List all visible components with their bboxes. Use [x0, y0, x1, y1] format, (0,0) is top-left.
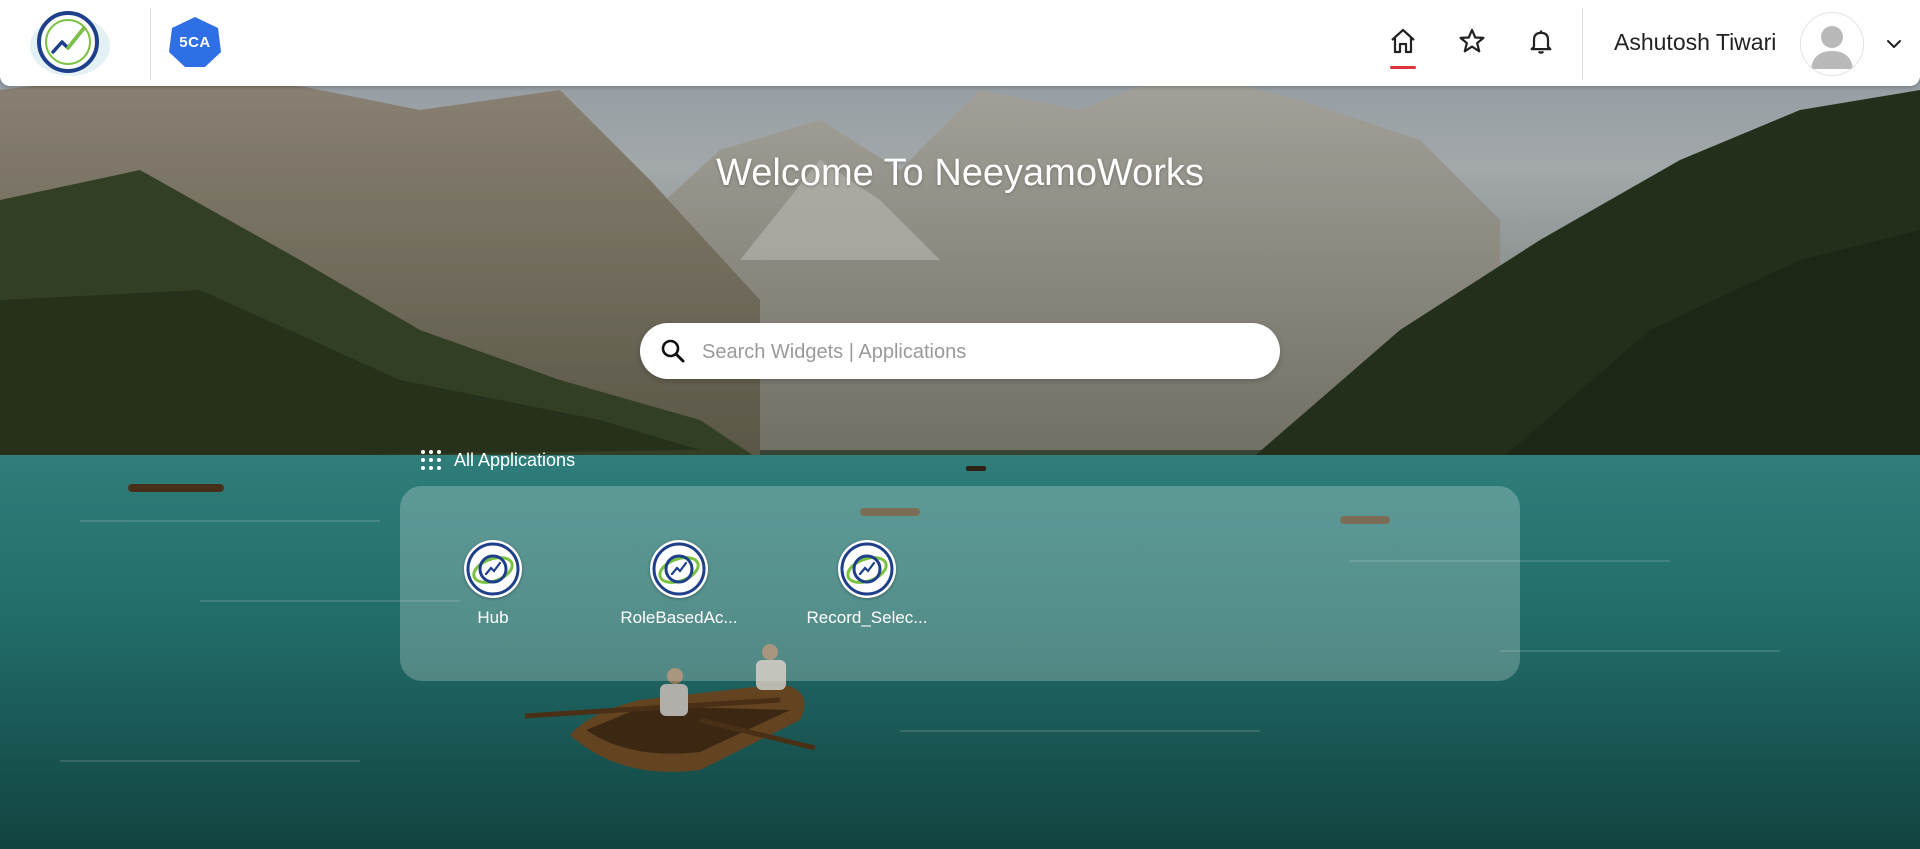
user-name[interactable]: Ashutosh Tiwari — [1614, 29, 1776, 56]
app-tile-record-selection[interactable]: Record_Selec... — [794, 540, 944, 640]
all-applications-label: All Applications — [454, 449, 576, 470]
5ca-logo[interactable]: 5CA — [168, 16, 222, 68]
welcome-title: Welcome To NeeyamoWorks — [716, 152, 1204, 194]
header-divider — [150, 8, 151, 80]
applications-panel: Hub RoleBasedAc... Record_Selec... — [400, 486, 1520, 681]
background-landscape-image — [0, 0, 1920, 849]
search-icon — [660, 338, 686, 364]
5ca-logo-text: 5CA — [179, 33, 211, 51]
app-label: Hub — [477, 608, 509, 627]
header-divider-right — [1582, 8, 1583, 80]
app-logo-icon — [838, 540, 896, 598]
app-tile-rolebasedaccess[interactable]: RoleBasedAc... — [606, 540, 756, 640]
all-applications-toggle[interactable]: All Applications — [420, 448, 575, 472]
chevron-down-icon[interactable] — [1884, 34, 1904, 54]
app-logo-icon — [650, 540, 708, 598]
bell-icon[interactable] — [1524, 24, 1558, 58]
app-logo-icon — [464, 540, 522, 598]
app-label: RoleBasedAc... — [620, 608, 738, 627]
app-tile-hub[interactable]: Hub — [420, 540, 570, 640]
neeyamo-logo[interactable] — [26, 8, 112, 78]
search-input[interactable] — [700, 331, 1264, 373]
home-icon[interactable] — [1386, 24, 1420, 58]
grid-icon — [420, 449, 442, 471]
star-icon[interactable] — [1455, 24, 1489, 58]
app-label: Record_Selec... — [806, 608, 928, 627]
top-header-bar: 5CA Ashutosh Tiwari — [0, 0, 1920, 86]
active-nav-indicator — [1390, 66, 1416, 69]
search-bar[interactable] — [640, 323, 1280, 379]
avatar[interactable] — [1800, 12, 1864, 76]
